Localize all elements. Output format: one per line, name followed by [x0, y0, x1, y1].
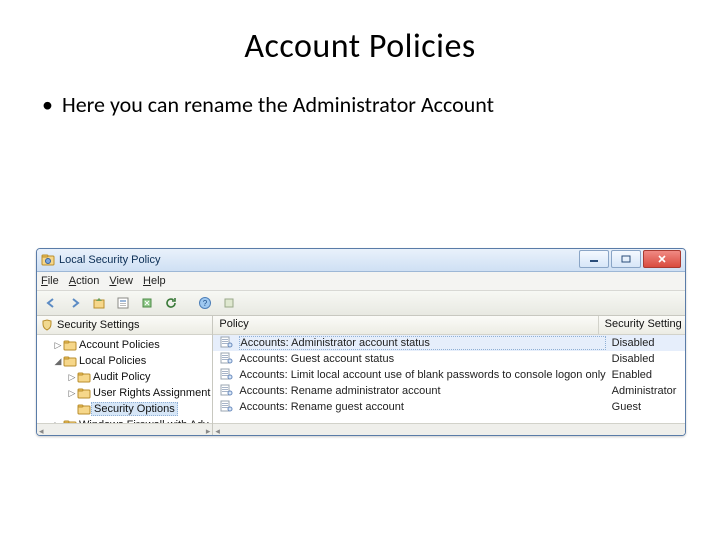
tree-item[interactable]: ▷ Account Policies — [39, 337, 212, 353]
column-header-setting[interactable]: Security Setting — [599, 316, 686, 334]
policy-setting: Guest — [606, 401, 686, 413]
folder-icon — [63, 339, 77, 351]
app-icon — [41, 253, 55, 267]
policy-row[interactable]: Accounts: Limit local account use of bla… — [213, 367, 686, 383]
policy-row[interactable]: Accounts: Rename guest accountGuest — [213, 399, 686, 415]
expander-icon[interactable]: ◢ — [53, 356, 63, 367]
shield-icon — [41, 319, 53, 331]
minimize-button[interactable] — [579, 250, 609, 268]
expander-icon[interactable]: ▷ — [67, 388, 77, 399]
help-button[interactable]: ? — [195, 293, 215, 313]
policy-name: Accounts: Rename guest account — [239, 401, 605, 413]
list-pane: Policy Security Setting Accounts: Admini… — [213, 316, 686, 436]
export-button[interactable] — [137, 293, 157, 313]
policy-name: Accounts: Guest account status — [239, 353, 605, 365]
policy-name: Accounts: Rename administrator account — [239, 385, 605, 397]
policy-setting: Administrator — [606, 385, 686, 397]
folder-icon — [77, 371, 91, 383]
policy-icon — [219, 336, 235, 350]
folder-icon — [77, 387, 91, 399]
back-button[interactable] — [41, 293, 61, 313]
properties-button[interactable] — [113, 293, 133, 313]
tree-item[interactable]: ▷ Audit Policy — [39, 369, 212, 385]
policy-icon — [219, 384, 235, 398]
up-button[interactable] — [89, 293, 109, 313]
toolbar: ? — [37, 291, 685, 316]
menu-action[interactable]: Action — [69, 275, 100, 287]
tree-item-label: Local Policies — [77, 355, 148, 367]
policy-row[interactable]: Accounts: Guest account statusDisabled — [213, 351, 686, 367]
refresh-button[interactable] — [161, 293, 181, 313]
tree-item-label: Security Options — [91, 402, 178, 416]
window-title: Local Security Policy — [59, 254, 577, 266]
close-button[interactable] — [643, 250, 681, 268]
slide-bullet: Here you can rename the Administrator Ac… — [36, 91, 684, 118]
title-bar[interactable]: Local Security Policy — [37, 249, 685, 272]
policy-icon — [219, 352, 235, 366]
policy-row[interactable]: Accounts: Rename administrator accountAd… — [213, 383, 686, 399]
maximize-button[interactable] — [611, 250, 641, 268]
tree-item[interactable]: ▷ User Rights Assignment — [39, 385, 212, 401]
menu-bar: File Action View Help — [37, 272, 685, 291]
expander-icon[interactable]: ▷ — [53, 340, 63, 351]
forward-button[interactable] — [65, 293, 85, 313]
policy-setting: Enabled — [606, 369, 686, 381]
policy-setting: Disabled — [606, 353, 686, 365]
policy-icon — [219, 368, 235, 382]
window: Local Security Policy File Action View H… — [36, 248, 686, 436]
tree-item-label: Audit Policy — [91, 371, 152, 383]
column-header-policy[interactable]: Policy — [213, 316, 598, 334]
list-h-scrollbar[interactable]: ◂▸ — [213, 423, 686, 436]
slide-title: Account Policies — [36, 26, 684, 67]
tree-h-scrollbar[interactable]: ◂▸ — [37, 423, 212, 436]
policy-name: Accounts: Administrator account status — [239, 336, 605, 350]
tree-item[interactable]: ◢ Local Policies — [39, 353, 212, 369]
tree-pane: Security Settings ▷ Account Policies ◢ Loca… — [37, 316, 213, 436]
tree-item[interactable]: Security Options — [39, 401, 212, 417]
menu-help[interactable]: Help — [143, 275, 166, 287]
tree-item-label: Account Policies — [77, 339, 162, 351]
policy-name: Accounts: Limit local account use of bla… — [239, 369, 605, 381]
policy-row[interactable]: Accounts: Administrator account statusDi… — [213, 335, 686, 351]
policy-icon — [219, 400, 235, 414]
tree-header[interactable]: Security Settings — [37, 316, 212, 335]
menu-view[interactable]: View — [109, 275, 133, 287]
folder-icon — [63, 355, 77, 367]
tree-item-label: User Rights Assignment — [91, 387, 212, 399]
expander-icon[interactable]: ▷ — [67, 372, 77, 383]
extra-button[interactable] — [219, 293, 239, 313]
policy-setting: Disabled — [606, 337, 686, 349]
menu-file[interactable]: File — [41, 275, 59, 287]
svg-text:?: ? — [203, 299, 208, 308]
folder-icon — [77, 403, 91, 415]
